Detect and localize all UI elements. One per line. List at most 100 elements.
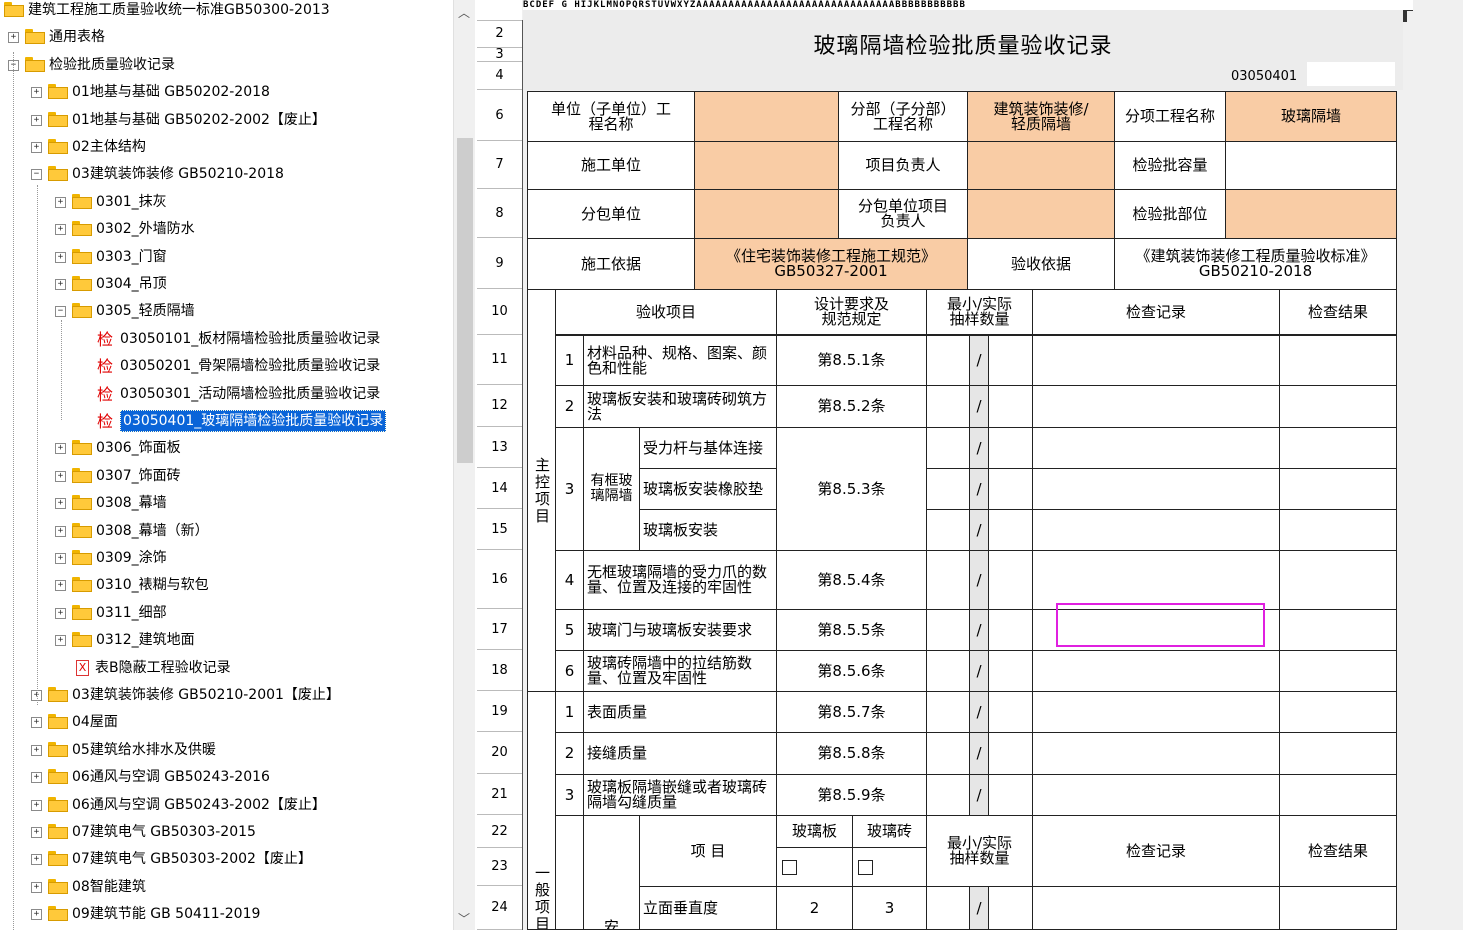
tree-item-folder[interactable]: +0308_幕墙（新） — [0, 518, 450, 545]
tree-item-folder[interactable]: +07建筑电气 GB50303-2002【废止】 — [0, 846, 450, 873]
check-result-cell[interactable] — [1279, 550, 1397, 610]
tree-item-folder[interactable]: +0303_门窗 — [0, 244, 450, 271]
tree-item-folder[interactable]: +06通风与空调 GB50243-2016 — [0, 764, 450, 791]
scroll-up-arrow-icon[interactable]: ︿ — [458, 4, 470, 21]
check-record-cell[interactable] — [1032, 650, 1280, 692]
check-record-cell[interactable] — [1032, 774, 1280, 816]
expand-icon[interactable]: + — [55, 443, 66, 455]
check-record-cell[interactable] — [1032, 691, 1280, 733]
expand-icon[interactable]: + — [31, 827, 42, 838]
tree-scrollbar[interactable]: ︿ ﹀ — [453, 0, 475, 930]
tree-item-folder[interactable]: + 通用表格 — [0, 24, 450, 51]
actual-sample-cell[interactable] — [988, 550, 1033, 610]
tree-item-folder[interactable]: +02主体结构 — [0, 134, 450, 161]
expand-icon[interactable]: + — [31, 799, 42, 811]
project-lead-value[interactable] — [967, 141, 1115, 190]
expand-icon[interactable]: + — [55, 498, 66, 510]
check-record-cell[interactable] — [1032, 468, 1280, 510]
scroll-down-arrow-icon[interactable]: ﹀ — [458, 910, 470, 927]
glass-brick-checkbox[interactable] — [852, 847, 927, 887]
vertical-min-sample[interactable] — [926, 886, 970, 930]
check-result-cell[interactable] — [1279, 335, 1397, 386]
basis-value[interactable]: 《住宅装饰装修工程施工规范》GB50327-2001 — [694, 238, 968, 290]
tree-item-folder[interactable]: +0307_饰面砖 — [0, 463, 450, 490]
vertical-result[interactable] — [1279, 886, 1397, 930]
check-result-cell[interactable] — [1279, 774, 1397, 816]
actual-sample-cell[interactable] — [988, 468, 1033, 510]
min-sample-cell[interactable] — [926, 609, 970, 651]
vertical-record[interactable] — [1032, 886, 1280, 930]
tree-item-form[interactable]: 检 03050301_活动隔墙检验批质量验收记录 — [0, 381, 450, 408]
min-sample-cell[interactable] — [926, 427, 970, 469]
expand-icon[interactable]: + — [55, 224, 66, 236]
tree-item-folder[interactable]: +05建筑给水排水及供暖 — [0, 737, 450, 764]
batch-location-value[interactable] — [1225, 189, 1397, 239]
actual-sample-cell[interactable] — [988, 335, 1033, 386]
check-result-cell[interactable] — [1279, 650, 1397, 692]
batch-capacity-value[interactable] — [1225, 141, 1397, 190]
expand-icon[interactable]: + — [55, 251, 66, 263]
tree-item-folder[interactable]: +0302_外墙防水 — [0, 216, 450, 243]
sub-lead-value[interactable] — [967, 189, 1115, 239]
tree-item-folder[interactable]: +06通风与空调 GB50243-2002【废止】 — [0, 792, 450, 819]
check-record-cell[interactable] — [1032, 550, 1280, 610]
expand-icon[interactable]: + — [55, 580, 66, 592]
unit-name-value[interactable] — [694, 91, 839, 142]
tree-item-folder[interactable]: +08智能建筑 — [0, 874, 450, 901]
expand-icon[interactable]: + — [55, 279, 66, 290]
expand-icon[interactable]: + — [31, 717, 42, 729]
contractor-value[interactable] — [694, 141, 839, 190]
expand-icon[interactable]: + — [31, 909, 42, 921]
min-sample-cell[interactable] — [926, 650, 970, 692]
check-result-cell[interactable] — [1279, 385, 1397, 428]
min-sample-cell[interactable] — [926, 335, 970, 386]
tree-item-folder[interactable]: − 03建筑装饰装修 GB50210-2018 — [0, 161, 450, 188]
check-record-cell[interactable] — [1032, 335, 1280, 386]
min-sample-cell[interactable] — [926, 732, 970, 775]
tree-item-folder[interactable]: +0312_建筑地面 — [0, 627, 450, 654]
expand-icon[interactable]: + — [55, 607, 66, 619]
acceptance-basis-value[interactable]: 《建筑装饰装修工程质量验收标准》GB50210-2018 — [1114, 238, 1397, 290]
check-result-cell[interactable] — [1279, 609, 1397, 651]
actual-sample-cell[interactable] — [988, 650, 1033, 692]
vertical-actual-sample[interactable] — [988, 886, 1033, 930]
min-sample-cell[interactable] — [926, 550, 970, 610]
check-record-cell[interactable] — [1032, 427, 1280, 469]
tree-item-form[interactable]: 检 03050401_玻璃隔墙检验批质量验收记录 — [0, 408, 450, 435]
tree-item-folder[interactable]: − 检验批质量验收记录 — [0, 52, 450, 79]
glass-panel-checkbox[interactable] — [776, 847, 853, 887]
expand-icon[interactable]: + — [31, 744, 42, 756]
expand-icon[interactable]: + — [31, 87, 42, 99]
tree-item-folder[interactable]: +01地基与基础 GB50202-2002【废止】 — [0, 107, 450, 134]
expand-icon[interactable]: + — [55, 553, 66, 564]
expand-icon[interactable]: + — [55, 635, 66, 647]
check-record-cell[interactable] — [1032, 732, 1280, 775]
actual-sample-cell[interactable] — [988, 691, 1033, 733]
item-name-value[interactable]: 玻璃隔墙 — [1225, 91, 1397, 142]
tree-item-folder[interactable]: +01地基与基础 GB50202-2018 — [0, 79, 450, 106]
actual-sample-cell[interactable] — [988, 427, 1033, 469]
min-sample-cell[interactable] — [926, 468, 970, 510]
expand-icon[interactable]: + — [31, 854, 42, 866]
expand-icon[interactable]: + — [55, 525, 66, 537]
actual-sample-cell[interactable] — [988, 732, 1033, 775]
sub-division-value[interactable]: 建筑装饰装修/轻质隔墙 — [967, 91, 1115, 142]
expand-icon[interactable]: + — [31, 881, 42, 893]
min-sample-cell[interactable] — [926, 509, 970, 551]
tree-item-folder[interactable]: +0306_饰面板 — [0, 435, 450, 462]
vertical-glass-panel[interactable]: 2 — [776, 886, 853, 930]
tree-item-form[interactable]: 检 03050201_骨架隔墙检验批质量验收记录 — [0, 353, 450, 380]
actual-sample-cell[interactable] — [988, 774, 1033, 816]
tree-item-folder[interactable]: +0304_吊顶 — [0, 271, 450, 298]
expand-icon[interactable]: + — [31, 114, 42, 126]
min-sample-cell[interactable] — [926, 385, 970, 428]
check-result-cell[interactable] — [1279, 691, 1397, 733]
tree-item-folder[interactable]: +07建筑电气 GB50303-2015 — [0, 819, 450, 846]
expand-icon[interactable]: + — [55, 470, 66, 482]
tree-item-folder[interactable]: +0308_幕墙 — [0, 490, 450, 517]
check-result-cell[interactable] — [1279, 509, 1397, 551]
check-record-cell[interactable] — [1032, 385, 1280, 428]
check-result-cell[interactable] — [1279, 468, 1397, 510]
tree-item-folder[interactable]: − 0305_轻质隔墙 — [0, 298, 450, 325]
tree-item-folder[interactable]: +09建筑节能 GB 50411-2019 — [0, 901, 450, 928]
